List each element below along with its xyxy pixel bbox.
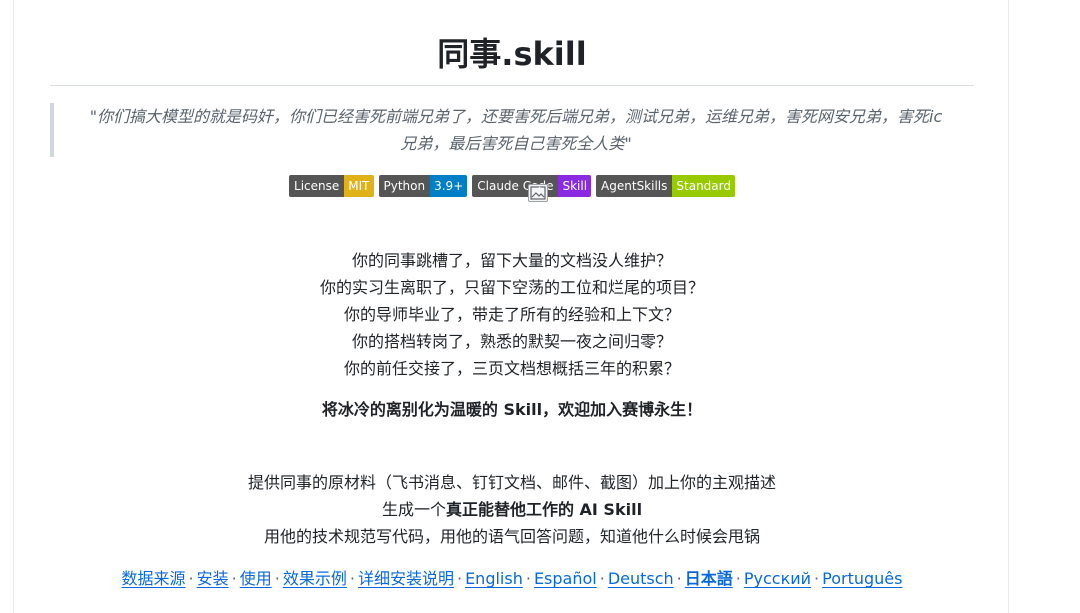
tagline: 将冰冷的离别化为温暖的 Skill，欢迎加入赛博永生！: [321, 400, 703, 419]
python-badge[interactable]: Python 3.9+: [378, 175, 468, 197]
link-separator: ·: [676, 569, 682, 588]
pain-point-line: 你的前任交接了，三页文档想概括三年的积累？: [343, 359, 680, 378]
badge-value: Skill: [558, 175, 592, 197]
badge-value: MIT: [344, 175, 374, 197]
link-separator: ·: [274, 569, 280, 588]
link-detailed-install[interactable]: 详细安装说明: [358, 569, 454, 588]
badge-label: Python: [378, 175, 431, 197]
link-separator: ·: [456, 569, 463, 588]
link-japanese[interactable]: 日本語: [685, 569, 733, 588]
link-german[interactable]: Deutsch: [608, 569, 674, 588]
link-data-sources[interactable]: 数据来源: [122, 569, 186, 588]
link-separator: ·: [231, 569, 237, 588]
link-separator: ·: [735, 569, 741, 588]
link-english[interactable]: English: [465, 569, 523, 588]
badge-label: License: [289, 175, 345, 197]
link-install[interactable]: 安装: [197, 569, 229, 588]
pain-point-line: 你的同事跳槽了，留下大量的文档没人维护？: [351, 251, 672, 270]
nav-links: 数据来源 · 安装 · 使用 · 效果示例 · 详细安装说明 · English · Español · D…: [50, 566, 974, 592]
link-separator: ·: [814, 569, 820, 588]
page-title: 同事.skill: [437, 35, 587, 73]
broken-image-icon: [528, 184, 548, 202]
link-russian[interactable]: Русский: [744, 569, 811, 588]
right-divider: [1008, 0, 1009, 613]
pain-points: 你的同事跳槽了，留下大量的文档没人维护？ 你的实习生离职了，只留下空荡的工位和烂…: [50, 247, 974, 382]
blockquote: "你们搞大模型的就是码奸，你们已经害死前端兄弟了，还要害死后端兄弟，测试兄弟，运…: [50, 103, 974, 157]
badge-row: License MIT Python 3.9+ Claude Code Skil…: [50, 175, 974, 197]
feature-line: 生成一个真正能替他工作的 AI Skill: [50, 496, 974, 523]
pain-point-line: 你的实习生离职了，只留下空荡的工位和烂尾的项目？: [319, 278, 704, 297]
link-separator: ·: [188, 569, 194, 588]
link-separator: ·: [599, 569, 605, 588]
badge-value: Standard: [672, 175, 735, 197]
pain-point-line: 你的搭档转岗了，熟悉的默契一夜之间归零？: [351, 332, 672, 351]
left-divider: [13, 0, 14, 613]
link-spanish[interactable]: Español: [534, 569, 597, 588]
license-badge[interactable]: License MIT: [289, 175, 374, 197]
title-divider: [50, 85, 974, 86]
feature-description: 提供同事的原材料（飞书消息、钉钉文档、邮件、截图）加上你的主观描述 生成一个真正…: [50, 469, 974, 550]
feature-line: 用他的技术规范写代码，用他的语气回答问题，知道他什么时候会甩锅: [263, 527, 760, 546]
link-usage[interactable]: 使用: [240, 569, 272, 588]
feature-line: 提供同事的原材料（飞书消息、钉钉文档、邮件、截图）加上你的主观描述: [247, 473, 776, 492]
feature-text: 生成一个: [381, 500, 446, 519]
badge-value: 3.9+: [430, 175, 468, 197]
link-separator: ·: [349, 569, 355, 588]
agentskills-badge[interactable]: AgentSkills Standard: [596, 175, 735, 197]
link-portuguese[interactable]: Português: [822, 569, 902, 588]
quote-text: "你们搞大模型的就是码奸，你们已经害死前端兄弟了，还要害死后端兄弟，测试兄弟，运…: [89, 107, 943, 153]
readme-article: 同事.skill "你们搞大模型的就是码奸，你们已经害死前端兄弟了，还要害死后端…: [50, 0, 974, 613]
link-separator: ·: [525, 569, 531, 588]
badge-label: AgentSkills: [596, 175, 673, 197]
feature-emphasis: 真正能替他工作的 AI Skill: [445, 500, 643, 519]
pain-point-line: 你的导师毕业了，带走了所有的经验和上下文？: [343, 305, 680, 324]
link-examples[interactable]: 效果示例: [283, 569, 347, 588]
